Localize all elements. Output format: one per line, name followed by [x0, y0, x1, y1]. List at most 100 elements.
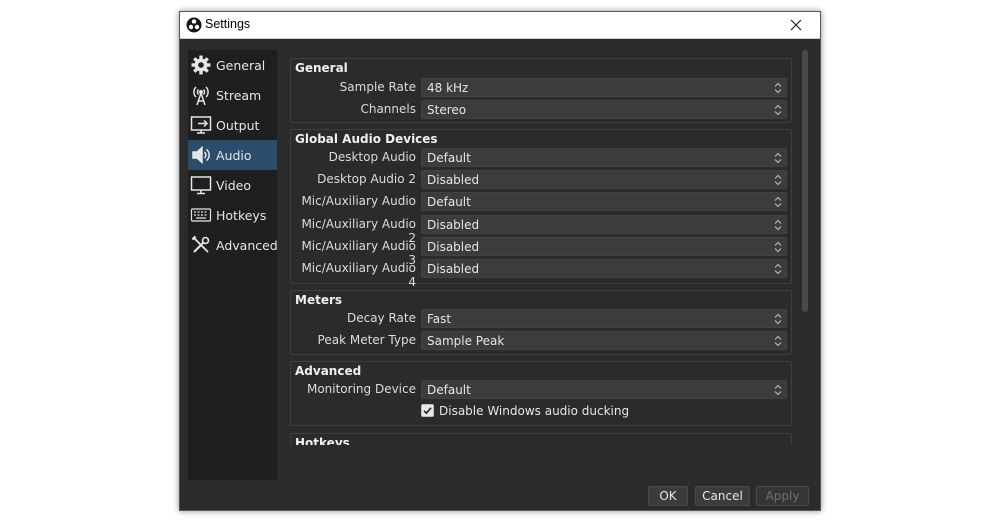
peak-meter-type-select[interactable]: Sample Peak: [421, 331, 787, 350]
spinner-arrows-icon: [774, 219, 782, 231]
decay-rate-row: Decay Rate Fast: [291, 309, 791, 328]
mic-aux-audio-label: Mic/Auxiliary Audio: [301, 194, 416, 208]
group-meters: Meters Decay Rate Fast Peak Meter Type S…: [290, 290, 792, 355]
spinner-arrows-icon: [774, 82, 782, 94]
group-hotkeys: Hotkeys: [290, 433, 792, 445]
mic-aux-audio-3-select[interactable]: Disabled: [421, 237, 787, 256]
group-title: Advanced: [295, 364, 362, 378]
settings-content: General Sample Rate 48 kHz Channels Ster…: [286, 50, 794, 445]
select-value: 48 kHz: [427, 81, 469, 95]
spinner-arrows-icon: [774, 104, 782, 116]
ok-button[interactable]: OK: [648, 486, 688, 506]
sidebar-item-stream[interactable]: Stream: [188, 80, 277, 110]
sidebar-item-label: Advanced: [216, 237, 278, 253]
desktop-audio-row: Desktop Audio Default: [291, 148, 791, 167]
sidebar: General Stream Output Audio Video Hotkey…: [188, 50, 278, 480]
mic-aux-audio-2-row: Mic/Auxiliary Audio 2 Disabled: [291, 215, 791, 245]
keyboard-icon: [190, 204, 212, 226]
select-value: Disabled: [427, 240, 480, 254]
desktop-audio-2-select[interactable]: Disabled: [421, 170, 787, 189]
sidebar-item-label: Audio: [216, 147, 252, 163]
mic-aux-audio-4-label: Mic/Auxiliary Audio 4: [301, 261, 416, 289]
group-title: General: [295, 61, 348, 75]
mic-aux-audio-select[interactable]: Default: [421, 192, 787, 211]
sidebar-item-label: Output: [216, 117, 260, 133]
speaker-icon: [190, 144, 212, 166]
mic-aux-audio-4-row: Mic/Auxiliary Audio 4 Disabled: [291, 259, 791, 289]
window-title: Settings: [205, 17, 251, 31]
sidebar-item-label: Stream: [216, 87, 262, 103]
sidebar-item-video[interactable]: Video: [188, 170, 277, 200]
apply-button[interactable]: Apply: [756, 486, 809, 506]
select-value: Stereo: [427, 103, 467, 117]
sidebar-item-label: Video: [216, 177, 252, 193]
decay-rate-select[interactable]: Fast: [421, 309, 787, 328]
group-advanced: Advanced Monitoring Device Default Disab…: [290, 361, 792, 426]
channels-select[interactable]: Stereo: [421, 100, 787, 119]
checkmark-icon: [423, 407, 432, 415]
antenna-icon: [190, 84, 212, 106]
peak-meter-type-label: Peak Meter Type: [317, 333, 416, 347]
mic-aux-audio-4-select[interactable]: Disabled: [421, 259, 787, 278]
spinner-arrows-icon: [774, 241, 782, 253]
spinner-arrows-icon: [774, 152, 782, 164]
spinner-arrows-icon: [774, 196, 782, 208]
group-global-audio-devices: Global Audio Devices Desktop Audio Defau…: [290, 129, 792, 289]
spinner-arrows-icon: [774, 263, 782, 275]
channels-label: Channels: [360, 102, 416, 116]
peak-meter-type-row: Peak Meter Type Sample Peak: [291, 331, 791, 350]
disable-audio-ducking-row[interactable]: Disable Windows audio ducking: [421, 402, 721, 420]
close-button[interactable]: [774, 12, 818, 38]
select-value: Default: [427, 383, 471, 397]
spinner-arrows-icon: [774, 384, 782, 396]
monitoring-device-row: Monitoring Device Default: [291, 380, 791, 399]
monitor-icon: [190, 174, 212, 196]
cancel-button[interactable]: Cancel: [695, 486, 750, 506]
monitoring-device-select[interactable]: Default: [421, 380, 787, 399]
close-icon: [790, 19, 802, 31]
obs-logo-icon: [186, 17, 202, 33]
mic-aux-audio-2-select[interactable]: Disabled: [421, 215, 787, 234]
sidebar-item-advanced[interactable]: Advanced: [188, 230, 278, 260]
group-general: General Sample Rate 48 kHz Channels Ster…: [290, 58, 792, 123]
select-value: Disabled: [427, 218, 480, 232]
sidebar-item-label: General: [216, 57, 266, 73]
decay-rate-label: Decay Rate: [346, 311, 416, 325]
output-icon: [190, 114, 212, 136]
mic-aux-audio-row: Mic/Auxiliary Audio Default: [291, 192, 791, 211]
spinner-arrows-icon: [774, 313, 782, 325]
desktop-audio-select[interactable]: Default: [421, 148, 787, 167]
sidebar-item-audio[interactable]: Audio: [188, 140, 277, 170]
sidebar-item-output[interactable]: Output: [188, 110, 277, 140]
group-title: Global Audio Devices: [295, 132, 438, 146]
disable-audio-ducking-checkbox[interactable]: [421, 404, 434, 417]
select-value: Fast: [427, 312, 452, 326]
monitoring-device-label: Monitoring Device: [306, 382, 416, 396]
group-title: Hotkeys: [295, 436, 350, 445]
sample-rate-label: Sample Rate: [339, 80, 416, 94]
disable-audio-ducking-label: Disable Windows audio ducking: [439, 404, 630, 418]
settings-window: Settings General Stream Output Audio Vid…: [179, 11, 821, 511]
vertical-scrollbar[interactable]: [800, 50, 810, 480]
desktop-audio-2-row: Desktop Audio 2 Disabled: [291, 170, 791, 189]
tools-icon: [190, 234, 212, 256]
title-bar[interactable]: Settings: [180, 12, 820, 39]
desktop-audio-label: Desktop Audio: [328, 150, 416, 164]
spinner-arrows-icon: [774, 174, 782, 186]
sidebar-item-label: Hotkeys: [216, 207, 267, 223]
select-value: Disabled: [427, 262, 480, 276]
select-value: Default: [427, 195, 471, 209]
channels-row: Channels Stereo: [291, 100, 791, 119]
mic-aux-audio-3-row: Mic/Auxiliary Audio 3 Disabled: [291, 237, 791, 267]
spinner-arrows-icon: [774, 335, 782, 347]
desktop-audio-2-label: Desktop Audio 2: [317, 172, 416, 186]
sample-rate-row: Sample Rate 48 kHz: [291, 78, 791, 97]
sample-rate-select[interactable]: 48 kHz: [421, 78, 787, 97]
sidebar-item-hotkeys[interactable]: Hotkeys: [188, 200, 277, 230]
group-title: Meters: [295, 293, 343, 307]
select-value: Disabled: [427, 173, 480, 187]
scrollbar-thumb[interactable]: [802, 50, 808, 312]
gear-icon: [190, 54, 212, 76]
sidebar-item-general[interactable]: General: [188, 50, 277, 80]
select-value: Sample Peak: [427, 334, 505, 348]
